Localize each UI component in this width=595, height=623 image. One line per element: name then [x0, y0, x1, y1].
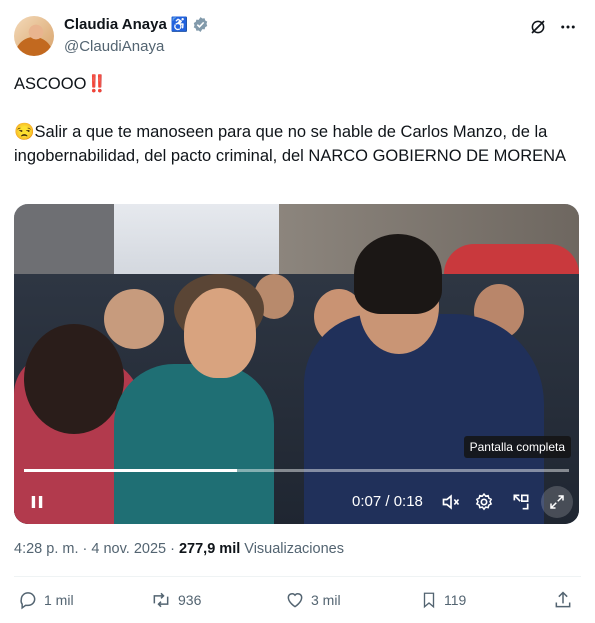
- repost-count: 936: [178, 592, 202, 608]
- video-frame-person: [104, 289, 164, 349]
- unamused-face-emoji: 😒: [14, 123, 35, 141]
- view-count: 277,9 mil: [178, 541, 241, 557]
- repost-button[interactable]: 936: [150, 590, 201, 610]
- settings-button[interactable]: [471, 489, 497, 515]
- video-timecode: 0:07 / 0:18: [352, 493, 423, 510]
- fullscreen-tooltip: Pantalla completa: [463, 436, 571, 458]
- bookmark-icon: [423, 592, 435, 609]
- tweet-line-1: ASCOOO‼️: [14, 72, 574, 96]
- video-progress-bar[interactable]: [24, 469, 569, 472]
- video-frame-hair-man: [354, 234, 442, 314]
- tweet-body: 😒Salir a que te manoseen para que no se …: [14, 120, 574, 168]
- mute-button[interactable]: [438, 489, 464, 515]
- video-player[interactable]: Pantalla completa 0:07 / 0:18: [14, 204, 579, 524]
- video-progress-fill: [24, 469, 237, 472]
- divider: [14, 576, 581, 577]
- wheelchair-emoji-icon: ♿: [170, 16, 189, 32]
- pause-icon: [31, 496, 43, 508]
- reply-icon: [20, 592, 36, 610]
- verified-badge-icon: [194, 17, 208, 32]
- video-frame-face: [184, 288, 256, 378]
- picture-in-picture-button[interactable]: [508, 489, 534, 515]
- fullscreen-button[interactable]: [541, 486, 573, 518]
- header-actions: [529, 18, 577, 36]
- tweet-body-text: Salir a que te manoseen para que no se h…: [14, 123, 567, 165]
- gear-icon: [475, 492, 493, 511]
- double-exclamation-emoji: ‼️: [86, 75, 107, 93]
- grok-icon[interactable]: [529, 18, 547, 36]
- like-button[interactable]: 3 mil: [285, 590, 341, 610]
- share-icon: [555, 591, 571, 608]
- views-label: Visualizaciones: [244, 541, 344, 557]
- like-count: 3 mil: [311, 592, 341, 608]
- tweet-meta: 4:28 p. m. · 4 nov. 2025 · 277,9 mil Vis…: [14, 541, 344, 557]
- author-name[interactable]: Claudia Anaya: [64, 16, 167, 33]
- author-handle[interactable]: @ClaudiAnaya: [64, 38, 164, 55]
- video-frame-teal-jacket: [114, 364, 274, 524]
- repost-icon: [153, 592, 169, 608]
- tweet-line-1-text: ASCOOO: [14, 75, 87, 93]
- tweet-date[interactable]: 4 nov. 2025: [91, 541, 166, 557]
- tweet-time[interactable]: 4:28 p. m.: [14, 541, 78, 557]
- bookmark-button[interactable]: 119: [420, 590, 466, 610]
- more-options-icon[interactable]: [559, 18, 577, 36]
- bookmark-count: 119: [444, 592, 467, 608]
- reply-button[interactable]: 1 mil: [18, 590, 74, 610]
- author-name-row[interactable]: Claudia Anaya ♿: [64, 16, 209, 33]
- pause-button[interactable]: [24, 489, 50, 515]
- expand-icon: [550, 495, 564, 509]
- video-frame-person-hair: [24, 324, 124, 434]
- minimize-player-icon: [513, 494, 529, 510]
- heart-icon: [287, 593, 303, 608]
- share-button[interactable]: [553, 590, 573, 610]
- muted-speaker-icon: [442, 494, 460, 510]
- reply-count: 1 mil: [44, 592, 74, 608]
- avatar[interactable]: [14, 16, 54, 56]
